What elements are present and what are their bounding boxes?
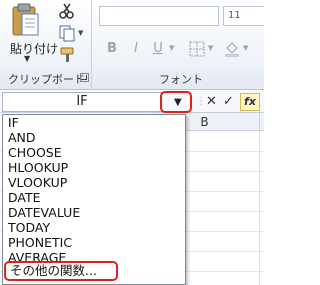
ribbon: 貼り付け ▼ ▼ クリップボード 11 B I U ▼ ▼ ▼ フォント	[0, 0, 264, 90]
chevron-down-icon[interactable]: ▼	[243, 44, 248, 52]
cut-button[interactable]	[58, 2, 82, 22]
column-header-c[interactable]	[260, 113, 264, 131]
font-size-dropdown[interactable]: 11	[223, 6, 264, 26]
fill-color-icon[interactable]	[223, 40, 241, 58]
clipboard-group-label: クリップボード	[8, 73, 85, 86]
copy-button[interactable]: ▼	[58, 24, 83, 44]
function-item-datevalue[interactable]: DATEVALUE	[8, 205, 80, 220]
function-list: IF AND CHOOSE HLOOKUP VLOOKUP DATE DATEV…	[2, 114, 186, 285]
paste-label: 貼り付け	[10, 42, 59, 56]
separator-icon: ⋮	[196, 96, 206, 107]
format-painter-button[interactable]	[58, 46, 82, 66]
function-item-vlookup[interactable]: VLOOKUP	[8, 175, 67, 190]
formula-bar: IF ▼ ⋮ ✕ ✓ fx	[0, 91, 264, 113]
enter-icon[interactable]: ✓	[223, 94, 234, 110]
name-box[interactable]: IF	[2, 92, 162, 112]
bold-button[interactable]: B	[103, 40, 121, 58]
italic-button[interactable]: I	[127, 40, 145, 58]
format-painter-icon	[60, 47, 74, 62]
function-item-phonetic[interactable]: PHONETIC	[8, 235, 72, 250]
grid-line	[259, 131, 260, 285]
font-group: 11 B I U ▼ ▼ ▼ フォント	[93, 0, 264, 90]
chevron-down-icon[interactable]: ▼	[174, 97, 182, 108]
chevron-down-icon[interactable]: ▼	[78, 29, 83, 37]
chevron-down-icon[interactable]: ▼	[208, 44, 213, 52]
dialog-launcher-icon[interactable]	[80, 73, 89, 82]
copy-icon	[59, 25, 75, 42]
function-item-today[interactable]: TODAY	[8, 220, 50, 235]
function-item-if[interactable]: IF	[8, 115, 19, 130]
insert-function-button[interactable]: fx	[240, 93, 260, 111]
function-item-and[interactable]: AND	[8, 130, 36, 145]
paste-button[interactable]: 貼り付け ▼	[6, 2, 58, 63]
function-item-date[interactable]: DATE	[8, 190, 41, 205]
more-functions-item[interactable]: その他の関数...	[4, 261, 118, 281]
borders-icon[interactable]	[189, 41, 205, 57]
chevron-down-icon[interactable]: ▼	[169, 44, 174, 52]
function-item-choose[interactable]: CHOOSE	[8, 145, 62, 160]
scissors-icon	[59, 3, 74, 19]
font-group-label: フォント	[159, 73, 203, 86]
font-name-dropdown[interactable]	[99, 6, 219, 26]
underline-button[interactable]: U	[149, 40, 167, 58]
chevron-down-icon[interactable]: ▼	[24, 54, 30, 63]
cancel-icon[interactable]: ✕	[206, 94, 217, 110]
clipboard-group: 貼り付け ▼ ▼ クリップボード	[0, 0, 92, 90]
name-box-dropdown-highlight[interactable]: ▼	[160, 91, 192, 113]
function-item-average[interactable]: AVERAGE	[8, 250, 66, 261]
function-item-hlookup[interactable]: HLOOKUP	[8, 160, 68, 175]
paste-icon	[12, 3, 39, 36]
